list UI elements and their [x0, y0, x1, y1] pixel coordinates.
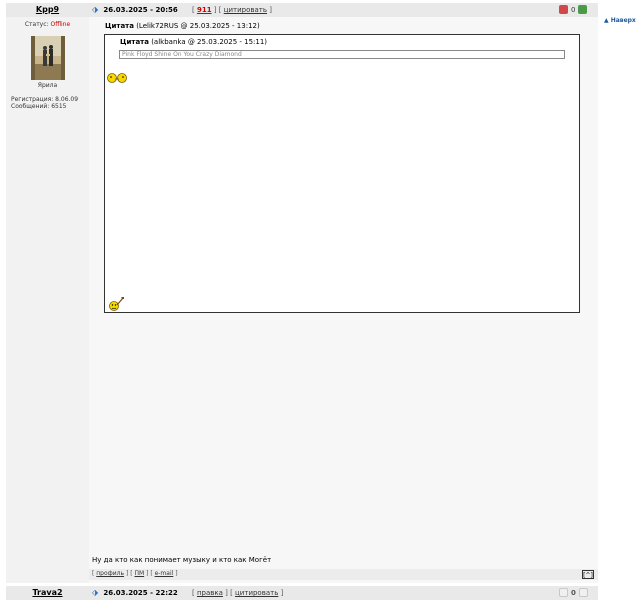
quote-header: Цитата (Lelik72RUS @ 25.03.2025 - 13:12): [105, 22, 260, 30]
rating-value: 0: [571, 588, 576, 597]
profile-link[interactable]: профиль: [96, 570, 124, 577]
post-rating: 0: [559, 588, 588, 597]
quote-block: Цитата (alkbanka @ 25.03.2025 - 15:11) P…: [104, 34, 580, 313]
rate-down-icon[interactable]: [559, 5, 568, 14]
nested-quote-text: Pink Floyd Shine On You Crazy Diamond: [119, 50, 565, 59]
post-meta: ⬗ 26.03.2025 - 22:22 [ правка ] [ цитиро…: [92, 586, 283, 600]
quote-link[interactable]: цитировать: [235, 589, 278, 597]
quote-author: (Lelik72RUS @ 25.03.2025 - 13:12): [136, 22, 260, 30]
rate-up-icon[interactable]: [578, 5, 588, 14]
message-count: Сообщений: 6515: [11, 103, 67, 110]
quote-link[interactable]: цитировать: [224, 6, 267, 14]
rate-down-icon[interactable]: [559, 588, 568, 597]
author-name-link[interactable]: Kpp9: [36, 5, 59, 14]
post-footer-links: [ профиль ] [ ПМ ] [ e-mail ]: [92, 570, 178, 577]
avatar-caption: Ярила: [37, 82, 58, 89]
post-message: Ну да кто как понимает музыку и кто как …: [92, 556, 272, 564]
rating-value: 0: [571, 5, 576, 14]
status-label: Статус:: [24, 21, 49, 28]
post-number-link[interactable]: 911: [197, 6, 212, 14]
rate-up-icon[interactable]: [578, 588, 588, 597]
quote-label: Цитата: [105, 22, 134, 30]
post-date: 26.03.2025 - 22:22: [103, 589, 178, 597]
edit-link[interactable]: правка: [197, 589, 223, 597]
avatar: [31, 36, 65, 80]
post-actions: [ правка ] [ цитировать ]: [191, 589, 284, 597]
forum-thread: Kpp9 ⬗ 26.03.2025 - 20:56 [ 911 ] [ цити…: [0, 0, 598, 600]
post-author-cell: Kpp9: [6, 3, 89, 17]
smiley-icon: [107, 73, 127, 83]
registration-date: Регистрация: 8.06.09: [11, 96, 79, 103]
post-link-icon[interactable]: ⬗: [92, 5, 98, 14]
nested-quote-header: Цитата (alkbanka @ 25.03.2025 - 15:11): [120, 38, 267, 46]
nested-quote-label: Цитата: [120, 38, 149, 46]
email-link[interactable]: e-mail: [155, 570, 174, 577]
nested-quote-author: (alkbanka @ 25.03.2025 - 15:11): [151, 38, 268, 46]
to-top-button[interactable]: [^]: [582, 570, 594, 579]
post-meta: ⬗ 26.03.2025 - 20:56 [ 911 ] [ цитироват…: [92, 3, 272, 17]
post-actions: [ 911 ] [ цитировать ]: [191, 6, 272, 14]
pm-link[interactable]: ПМ: [134, 570, 144, 577]
scroll-top-link[interactable]: ▲ Наверх: [604, 17, 636, 24]
guitar-smiley-icon: [109, 297, 124, 311]
author-name-link[interactable]: Trava2: [6, 586, 89, 600]
post-link-icon[interactable]: ⬗: [92, 588, 98, 597]
author-stats: Регистрация: 8.06.09 Сообщений: 6515: [11, 96, 78, 110]
post-date: 26.03.2025 - 20:56: [103, 6, 178, 14]
status-value: Offline: [50, 21, 71, 28]
author-status: Статус: Offline: [6, 21, 89, 28]
post-rating: 0: [559, 4, 588, 15]
